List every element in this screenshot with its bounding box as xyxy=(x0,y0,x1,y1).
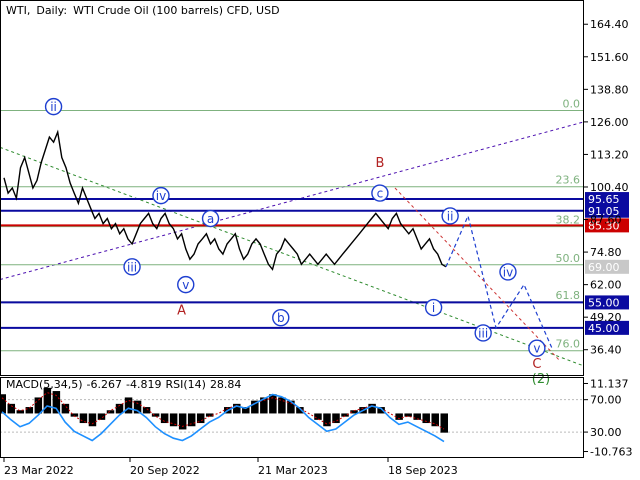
macd-histogram-bar xyxy=(323,413,331,427)
y-tick-label: 62.00 xyxy=(590,279,622,292)
wave-label-text: iii xyxy=(127,260,137,274)
y-tick-label: 36.40 xyxy=(590,344,622,357)
price-level-tag-label: 55.00 xyxy=(588,296,620,309)
indicator-tick-label: -10.763 xyxy=(590,446,632,459)
rsi-label: RSI(14) xyxy=(165,378,206,391)
macd-value-2: -4.819 xyxy=(126,378,162,391)
x-tick-label: 21 Mar 2023 xyxy=(258,464,328,477)
timeframe-label: Daily: xyxy=(36,4,68,17)
wave-label-text: c xyxy=(377,187,384,201)
wave-label-text: ii xyxy=(447,209,454,223)
macd-histogram-bar xyxy=(404,413,412,417)
macd-histogram-bar xyxy=(440,413,448,433)
wave-label-text: iii xyxy=(478,326,488,340)
fib-level-label: 50.0 xyxy=(556,252,581,265)
rsi-value: 28.84 xyxy=(209,378,242,391)
wave-label-text: a xyxy=(207,212,214,226)
macd-histogram-bar xyxy=(142,407,151,414)
fib-level-label: 76.0 xyxy=(556,338,581,351)
wave-label-text: C xyxy=(532,357,541,372)
wave-label-text: ii xyxy=(50,100,57,114)
macd-histogram-bar xyxy=(431,413,439,427)
macd-histogram-bar xyxy=(106,410,115,414)
y-tick-label: 87.60 xyxy=(590,214,622,227)
wave-label-text: (2) xyxy=(532,372,550,387)
wave-label-text: A xyxy=(177,304,186,319)
wave-label-text: i xyxy=(432,301,435,315)
macd-histogram-bar xyxy=(88,413,97,427)
price-level-tag-label: 69.00 xyxy=(588,261,620,274)
macd-histogram-bar xyxy=(7,403,16,414)
y-tick-label: 74.80 xyxy=(590,246,622,259)
macd-histogram-bar xyxy=(43,387,52,414)
wave-label-text: v xyxy=(533,342,540,356)
fib-level-label: 61.8 xyxy=(556,289,581,302)
wave-label-text: iv xyxy=(156,189,166,203)
indicator-header: MACD(5,34,5) -6.267 -4.819 RSI(14) 28.84 xyxy=(6,378,245,391)
indicator-tick-label: 11.137 xyxy=(590,377,629,390)
wave-label-text: B xyxy=(375,156,384,171)
fib-level-label: 23.6 xyxy=(556,174,581,187)
y-tick-label: 113.20 xyxy=(590,148,629,161)
y-tick-label: 126.00 xyxy=(590,116,629,129)
macd-histogram-bar xyxy=(97,413,106,420)
chart-header: WTI, Daily: WTI Crude Oil (100 barrels) CF… xyxy=(6,4,286,17)
symbol-label: WTI, xyxy=(6,4,31,17)
macd-value-1: -6.267 xyxy=(86,378,123,391)
macd-histogram-bar xyxy=(187,413,196,427)
y-tick-label: 164.40 xyxy=(590,18,629,31)
x-tick-label: 18 Sep 2023 xyxy=(388,464,458,477)
indicator-tick-label: 70.00 xyxy=(590,394,622,407)
macd-label: MACD(5,34,5) xyxy=(6,378,83,391)
macd-histogram-bar xyxy=(16,410,25,414)
price-chart: 0.023.638.250.061.876.0 95.6591.0585.306… xyxy=(0,0,640,480)
y-tick-label: 100.40 xyxy=(590,181,629,194)
macd-histogram-bar xyxy=(61,403,70,414)
wave-label-text: v xyxy=(182,278,189,292)
y-tick-label: 49.20 xyxy=(590,311,622,324)
macd-histogram-bar xyxy=(314,413,322,420)
x-tick-label: 23 Mar 2022 xyxy=(4,464,74,477)
indicator-tick-label: 30.00 xyxy=(590,426,622,439)
chart-background xyxy=(0,0,640,480)
macd-histogram-bar xyxy=(178,413,187,430)
x-tick-label: 20 Sep 2022 xyxy=(130,464,200,477)
y-tick-label: 151.60 xyxy=(590,51,629,64)
macd-histogram-bar xyxy=(269,394,277,414)
y-tick-label: 138.80 xyxy=(590,83,629,96)
wave-label-text: b xyxy=(277,311,285,325)
instrument-description: WTI Crude Oil (100 barrels) CFD, USD xyxy=(73,4,280,17)
fib-level-label: 0.0 xyxy=(563,97,581,110)
wave-label-text: iv xyxy=(503,265,513,279)
